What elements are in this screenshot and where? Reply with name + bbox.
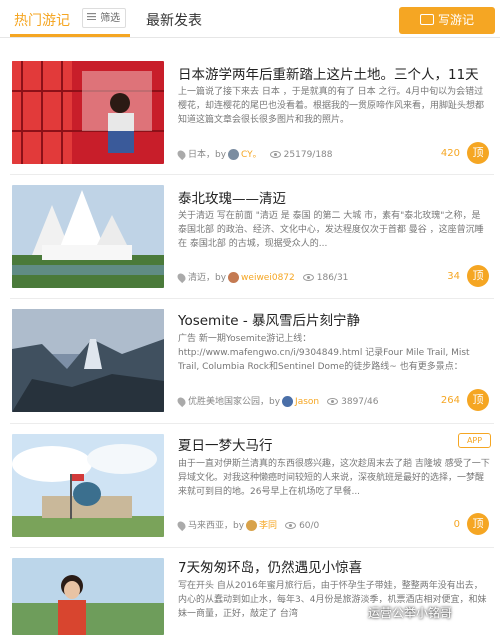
write-note-button[interactable]: 写游记 <box>399 7 495 34</box>
post-location: 优胜美地国家公园，by <box>188 397 281 407</box>
post-stats: 186/31 <box>316 273 349 283</box>
location-icon <box>175 519 188 532</box>
post-stats: 3897/46 <box>341 397 379 407</box>
upvote-button[interactable]: 顶 <box>467 389 489 411</box>
like-count: 420 <box>440 148 460 159</box>
views-icon <box>285 522 297 529</box>
upvote-button[interactable]: 顶 <box>467 513 489 535</box>
avatar[interactable] <box>228 149 240 160</box>
app-badge: APP <box>458 433 491 448</box>
post-meta: 优胜美地国家公园，by Jason 3897/46 <box>175 394 379 408</box>
post-excerpt: 广告 新一期Yosemite游记上线：http://www.mafengwo.c… <box>178 334 470 372</box>
post-meta: 马来西亚，by 李同 60/0 <box>175 518 320 532</box>
post-excerpt: 由于一直对伊斯兰清真的东西很感兴趣，这次趁周末去了趟 吉隆坡 感受了一下异域文化… <box>178 459 490 497</box>
views-icon <box>327 398 339 405</box>
views-icon <box>302 274 314 281</box>
views-icon <box>269 151 281 158</box>
post-thumbnail[interactable] <box>12 434 164 537</box>
avatar[interactable] <box>228 272 240 283</box>
tab-latest[interactable]: 最新发表 <box>146 10 202 30</box>
post-author[interactable]: 李同 <box>259 521 277 531</box>
post-author[interactable]: Jason <box>295 397 319 407</box>
like-count: 34 <box>447 271 460 282</box>
post-title[interactable]: 夏日一梦大马行 <box>178 434 478 454</box>
post-thumbnail[interactable] <box>12 309 164 412</box>
post-stats: 25179/188 <box>283 150 333 160</box>
avatar[interactable] <box>246 520 258 531</box>
location-icon <box>175 271 188 284</box>
post-title[interactable]: 7天匆匆环岛，仍然遇见小惊喜 <box>178 556 478 576</box>
post-item[interactable]: 7天匆匆环岛，仍然遇见小惊喜 写在开头 自从2016年蜜月旅行后，由于怀孕生子带… <box>0 548 500 635</box>
post-title[interactable]: Yosemite - 暴风雪后片刻宁静 <box>178 309 478 329</box>
post-title[interactable]: 泰北玫瑰——清迈 <box>178 187 478 207</box>
post-meta: 清迈，by weiwei0872 186/31 <box>175 270 349 284</box>
post-item[interactable]: Yosemite - 暴风雪后片刻宁静 广告 新一期Yosemite游记上线：h… <box>0 299 500 424</box>
post-author[interactable]: weiwei0872 <box>241 273 295 283</box>
post-stats: 60/0 <box>299 521 320 531</box>
post-location: 马来西亚，by <box>188 521 245 531</box>
active-tab-indicator <box>10 34 130 37</box>
filter-button[interactable]: 筛选 <box>82 8 126 28</box>
avatar[interactable] <box>282 396 294 407</box>
filter-label: 筛选 <box>100 13 121 24</box>
top-tab-bar: 热门游记 筛选 最新发表 写游记 <box>0 0 500 38</box>
post-location: 日本，by <box>188 150 227 160</box>
location-icon <box>175 395 188 408</box>
post-title[interactable]: 日本游学两年后重新踏上这片土地。三个人，11天... <box>178 63 478 83</box>
post-item[interactable]: 日本游学两年后重新踏上这片土地。三个人，11天... 上一篇说了接下来去 日本 … <box>0 38 500 175</box>
post-thumbnail[interactable] <box>12 61 164 164</box>
post-excerpt: 上一篇说了接下来去 日本 ，于是就真的有了 日本 之行。4月中旬以为会错过樱花，… <box>178 87 485 125</box>
like-count: 0 <box>453 519 460 530</box>
like-count: 264 <box>440 395 460 406</box>
post-thumbnail[interactable] <box>12 558 164 635</box>
post-excerpt: 关于清迈 写在前面 "清迈 是 泰国 的第二 大城 市，素有"泰北玫瑰"之称，是… <box>178 211 484 249</box>
post-thumbnail[interactable] <box>12 185 164 288</box>
post-author[interactable]: CY。 <box>241 150 262 160</box>
post-item[interactable]: 夏日一梦大马行 APP 由于一直对伊斯兰清真的东西很感兴趣，这次趁周末去了趟 吉… <box>0 424 500 548</box>
upvote-button[interactable]: 顶 <box>467 265 489 287</box>
watermark: 运营公举小铭哥 <box>368 606 453 620</box>
edit-icon <box>419 14 434 25</box>
upvote-button[interactable]: 顶 <box>467 142 489 164</box>
post-location: 清迈，by <box>188 273 227 283</box>
post-item[interactable]: 泰北玫瑰——清迈 关于清迈 写在前面 "清迈 是 泰国 的第二 大城 市，素有"… <box>0 175 500 299</box>
write-note-label: 写游记 <box>437 13 474 27</box>
post-meta: 日本，by CY。 25179/188 <box>175 147 333 161</box>
location-icon <box>175 148 188 161</box>
filter-icon <box>87 9 97 27</box>
tab-hot-travel-notes[interactable]: 热门游记 <box>14 10 70 30</box>
